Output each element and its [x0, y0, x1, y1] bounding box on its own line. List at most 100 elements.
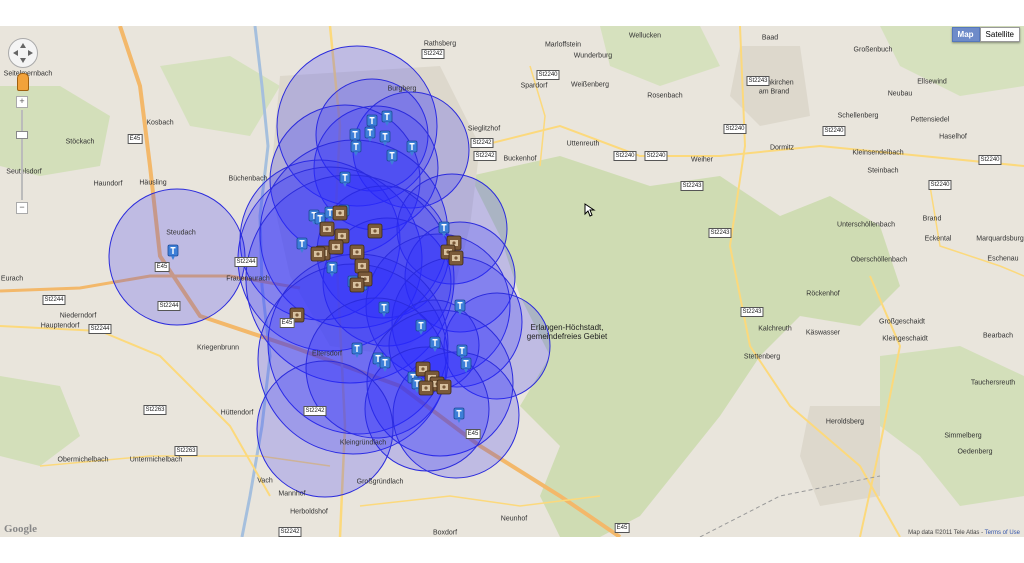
road-shield: St2242	[470, 138, 494, 148]
map-type-map-button[interactable]: Map	[951, 27, 980, 42]
place-label: Schellenberg	[837, 112, 879, 120]
building-marker-icon[interactable]	[328, 239, 344, 255]
place-label: Brand	[922, 215, 942, 223]
map-type-satellite-button[interactable]: Satellite	[979, 27, 1020, 42]
main-road	[929, 185, 1024, 277]
place-label: am Brand	[758, 88, 790, 96]
road-shield: St2242	[278, 527, 302, 537]
place-label: Untermichelbach	[129, 456, 183, 464]
road-shield: St2243	[680, 181, 704, 191]
building-marker-icon[interactable]	[332, 205, 348, 221]
zoom-slider[interactable]	[16, 110, 28, 200]
place-label: Weiher	[690, 156, 714, 164]
place-label: Großgeschaidt	[879, 318, 925, 326]
road-shield: E45	[279, 318, 295, 328]
place-label: Unterschöllenbach	[837, 221, 895, 229]
place-label: Büchenbach	[228, 175, 268, 183]
place-label: Bearbach	[983, 332, 1013, 340]
place-label: Sieglitzhof	[467, 125, 501, 133]
zoom-in-button[interactable]: +	[16, 96, 28, 108]
zoom-control[interactable]: + −	[16, 96, 28, 214]
building-marker-icon[interactable]	[448, 250, 464, 266]
terms-link[interactable]: Terms of Use	[985, 530, 1020, 536]
place-label: Tauchersreuth	[970, 379, 1016, 387]
place-label: Stettenberg	[743, 353, 781, 361]
place-label: Steudach	[166, 229, 196, 237]
road-shield: St2244	[157, 301, 181, 311]
zoom-slider-knob[interactable]	[16, 131, 28, 139]
road-shield: St2263	[174, 446, 198, 456]
place-label: Käswasser	[805, 329, 841, 337]
road-shield: E45	[154, 262, 170, 272]
place-label: Rosenbach	[647, 92, 683, 100]
place-label: Haundorf	[93, 180, 123, 188]
place-label: Pettensiedel	[910, 116, 950, 124]
road-shield: St2243	[746, 76, 770, 86]
road-shield: St2242	[473, 151, 497, 161]
road-shield: St2244	[234, 257, 258, 267]
road-shield: St2240	[644, 151, 668, 161]
road-shield: E45	[614, 523, 630, 533]
place-label: Boxdorf	[432, 529, 458, 537]
building-marker-icon[interactable]	[367, 223, 383, 239]
place-label: Großgründlach	[356, 478, 404, 486]
place-label: Oberschöllenbach	[850, 256, 908, 264]
place-label: Wunderburg	[573, 52, 613, 60]
zoom-out-button[interactable]: −	[16, 202, 28, 214]
road-shield: St2240	[928, 180, 952, 190]
building-marker-icon[interactable]	[349, 244, 365, 260]
pegman-icon[interactable]	[17, 73, 29, 91]
place-label: Heroldsberg	[825, 418, 865, 426]
place-label: Eschenau	[987, 255, 1019, 263]
pan-arrows-icon	[13, 43, 33, 63]
place-label: Kleingeschaidt	[882, 335, 928, 343]
building-marker-icon[interactable]	[354, 258, 370, 274]
attribution-text: Map data ©2011 Tele Atlas -	[908, 530, 984, 536]
road-shield: St2244	[88, 324, 112, 334]
main-road	[529, 65, 546, 167]
place-label: Steinbach	[867, 167, 899, 175]
road-shield: St2243	[740, 307, 764, 317]
place-label: Kalchreuth	[758, 325, 792, 333]
place-label: Marquardsburg	[976, 235, 1024, 243]
place-label: Haselhof	[939, 133, 967, 141]
area-label: Erlangen-Höchstadt, gemeindefreies Gebie…	[526, 323, 608, 341]
place-label: Burgberg	[387, 85, 417, 93]
coverage-circle	[256, 360, 394, 498]
building-marker-icon[interactable]	[349, 277, 365, 293]
road-shield: St2242	[303, 406, 327, 416]
place-label: Hauptendorf	[40, 322, 80, 330]
place-label: Kleingründlach	[339, 439, 387, 447]
forest-area	[0, 376, 80, 466]
place-label: Marloffstein	[544, 41, 582, 49]
place-label: Baad	[761, 34, 779, 42]
place-label: Kleinsendelbach	[852, 149, 904, 157]
place-label: Neunhof	[500, 515, 528, 523]
place-label: Ellsewind	[917, 78, 947, 86]
map-type-control[interactable]: Map Satellite	[951, 27, 1020, 42]
place-label: Großenbuch	[853, 46, 893, 54]
pan-control[interactable]	[8, 38, 38, 68]
mouse-cursor-icon	[584, 203, 596, 217]
building-marker-icon[interactable]	[418, 380, 434, 396]
building-marker-icon[interactable]	[319, 221, 335, 237]
place-label: Spardorf	[520, 82, 548, 90]
place-label: Uttenreuth	[566, 140, 600, 148]
road-shield: St2240	[822, 126, 846, 136]
place-label: Kriegenbrunn	[196, 344, 240, 352]
road-shield: St2240	[978, 155, 1002, 165]
place-label: Simmelberg	[944, 432, 982, 440]
building-marker-icon[interactable]	[310, 246, 326, 262]
place-label: Frauenaurach	[226, 275, 270, 283]
place-label: Eltersdorf	[312, 350, 342, 358]
place-label: Dormitz	[769, 144, 795, 152]
place-label: Obermichelbach	[57, 456, 109, 464]
road-shield: E45	[127, 134, 143, 144]
map-attribution: Map data ©2011 Tele Atlas - Terms of Use	[908, 530, 1020, 536]
place-label: Wellucken	[628, 32, 662, 40]
google-logo: Google	[4, 523, 37, 535]
map-canvas[interactable]: Rathsberg Marloffstein Wunderburg Wellucken…	[0, 26, 1024, 537]
building-marker-icon[interactable]	[436, 379, 452, 395]
place-label: Hüttendorf	[220, 409, 254, 417]
road-shield: St2240	[536, 70, 560, 80]
